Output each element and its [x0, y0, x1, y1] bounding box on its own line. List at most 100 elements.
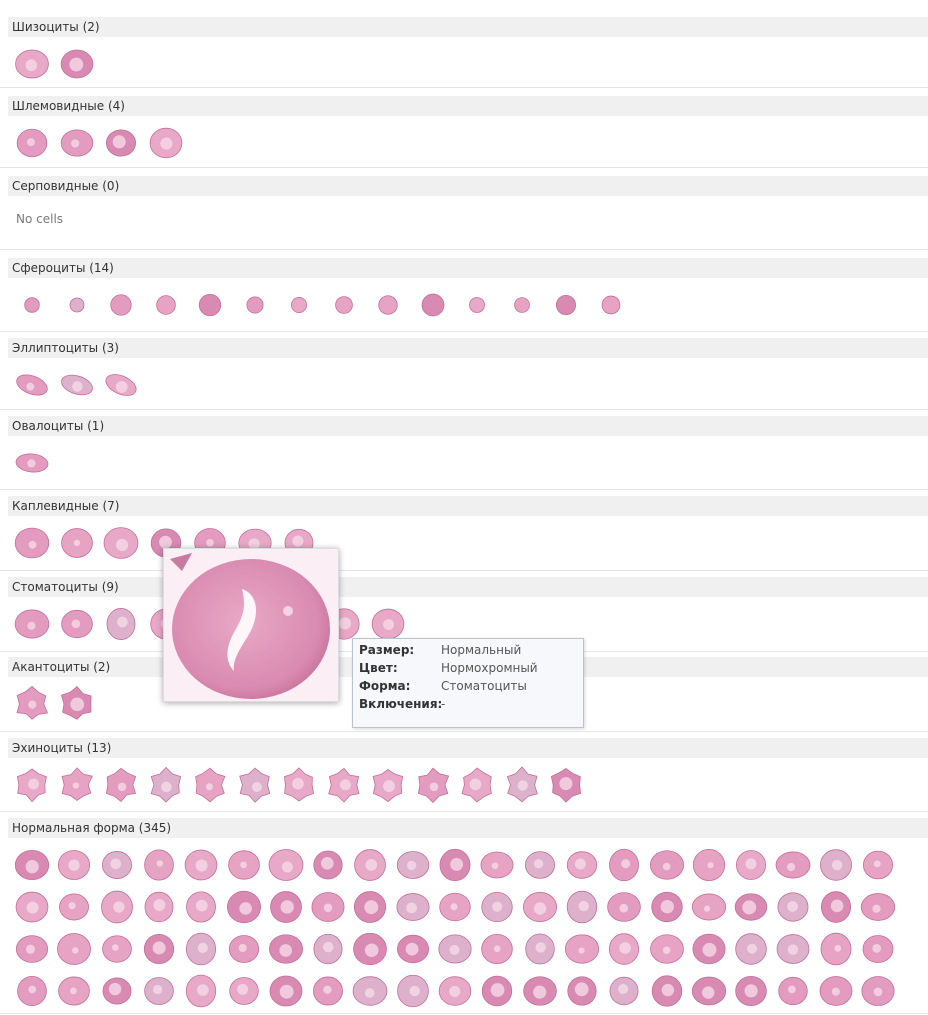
cell-thumbnail[interactable] — [97, 887, 137, 931]
cell-thumbnail[interactable] — [393, 929, 433, 973]
cell-thumbnail[interactable] — [266, 971, 306, 1015]
cell-thumbnail[interactable] — [12, 845, 52, 889]
cell-thumbnail[interactable] — [12, 443, 52, 487]
cell-thumbnail[interactable] — [520, 971, 560, 1015]
cell-thumbnail[interactable] — [12, 929, 52, 973]
cell-thumbnail[interactable] — [413, 765, 453, 809]
section-header[interactable]: Эхиноциты (13) — [8, 738, 928, 758]
cell-thumbnail[interactable] — [235, 285, 275, 329]
cell-thumbnail[interactable] — [647, 971, 687, 1015]
cell-thumbnail[interactable] — [562, 845, 602, 889]
cell-thumbnail[interactable] — [54, 971, 94, 1015]
cell-thumbnail[interactable] — [12, 765, 52, 809]
cell-thumbnail[interactable] — [689, 929, 729, 973]
cell-thumbnail[interactable] — [308, 845, 348, 889]
cell-thumbnail[interactable] — [308, 971, 348, 1015]
cell-thumbnail[interactable] — [858, 929, 898, 973]
cell-thumbnail[interactable] — [502, 285, 542, 329]
cell-thumbnail[interactable] — [477, 929, 517, 973]
cell-thumbnail[interactable] — [12, 887, 52, 931]
cell-thumbnail[interactable] — [181, 929, 221, 973]
section-header[interactable]: Шизоциты (2) — [8, 17, 928, 37]
section-header[interactable]: Шлемовидные (4) — [8, 96, 928, 116]
cell-thumbnail[interactable] — [604, 929, 644, 973]
cell-thumbnail[interactable] — [562, 887, 602, 931]
cell-thumbnail[interactable] — [477, 887, 517, 931]
cell-thumbnail[interactable] — [181, 845, 221, 889]
cell-thumbnail[interactable] — [604, 845, 644, 889]
section-header[interactable]: Каплевидные (7) — [8, 496, 928, 516]
cell-thumbnail[interactable] — [520, 887, 560, 931]
cell-thumbnail[interactable] — [731, 971, 771, 1015]
cell-thumbnail[interactable] — [57, 285, 97, 329]
cell-thumbnail[interactable] — [12, 285, 52, 329]
cell-thumbnail[interactable] — [393, 845, 433, 889]
cell-thumbnail[interactable] — [57, 44, 97, 88]
cell-thumbnail[interactable] — [266, 929, 306, 973]
cell-thumbnail[interactable] — [647, 929, 687, 973]
cell-thumbnail[interactable] — [146, 123, 186, 167]
cell-thumbnail[interactable] — [435, 845, 475, 889]
cell-thumbnail[interactable] — [97, 929, 137, 973]
section-header[interactable]: Серповидные (0) — [8, 176, 928, 196]
cell-thumbnail[interactable] — [101, 523, 141, 567]
cell-thumbnail[interactable] — [368, 285, 408, 329]
cell-thumbnail[interactable] — [773, 887, 813, 931]
cell-thumbnail[interactable] — [190, 285, 230, 329]
cell-thumbnail[interactable] — [190, 765, 230, 809]
cell-thumbnail[interactable] — [101, 285, 141, 329]
cell-thumbnail[interactable] — [731, 929, 771, 973]
cell-thumbnail[interactable] — [393, 887, 433, 931]
cell-thumbnail[interactable] — [97, 845, 137, 889]
cell-thumbnail[interactable] — [520, 929, 560, 973]
cell-thumbnail[interactable] — [435, 929, 475, 973]
cell-thumbnail[interactable] — [773, 929, 813, 973]
cell-thumbnail[interactable] — [413, 285, 453, 329]
cell-thumbnail[interactable] — [546, 285, 586, 329]
cell-thumbnail[interactable] — [57, 604, 97, 648]
cell-thumbnail[interactable] — [12, 684, 52, 728]
cell-thumbnail[interactable] — [57, 765, 97, 809]
cell-thumbnail[interactable] — [477, 845, 517, 889]
cell-thumbnail[interactable] — [731, 845, 771, 889]
cell-thumbnail[interactable] — [435, 887, 475, 931]
section-header[interactable]: Сфероциты (14) — [8, 258, 928, 278]
cell-thumbnail[interactable] — [12, 523, 52, 567]
cell-thumbnail[interactable] — [235, 765, 275, 809]
cell-thumbnail[interactable] — [350, 971, 390, 1015]
cell-thumbnail[interactable] — [604, 971, 644, 1015]
section-header[interactable]: Эллиптоциты (3) — [8, 338, 928, 358]
cell-thumbnail[interactable] — [12, 123, 52, 167]
cell-thumbnail[interactable] — [520, 845, 560, 889]
cell-thumbnail[interactable] — [54, 887, 94, 931]
cell-thumbnail[interactable] — [350, 929, 390, 973]
cell-thumbnail[interactable] — [139, 971, 179, 1015]
cell-thumbnail[interactable] — [368, 765, 408, 809]
cell-thumbnail[interactable] — [457, 285, 497, 329]
section-header[interactable]: Стоматоциты (9) — [8, 577, 928, 597]
cell-thumbnail[interactable] — [139, 929, 179, 973]
cell-thumbnail[interactable] — [816, 887, 856, 931]
cell-thumbnail[interactable] — [858, 887, 898, 931]
cell-thumbnail[interactable] — [57, 365, 97, 409]
cell-thumbnail[interactable] — [773, 971, 813, 1015]
cell-thumbnail[interactable] — [816, 971, 856, 1015]
cell-thumbnail[interactable] — [731, 887, 771, 931]
cell-thumbnail[interactable] — [12, 971, 52, 1015]
cell-thumbnail[interactable] — [562, 971, 602, 1015]
cell-thumbnail[interactable] — [546, 765, 586, 809]
cell-thumbnail[interactable] — [324, 765, 364, 809]
cell-thumbnail[interactable] — [350, 887, 390, 931]
cell-thumbnail[interactable] — [816, 845, 856, 889]
cell-thumbnail[interactable] — [266, 845, 306, 889]
cell-thumbnail[interactable] — [12, 365, 52, 409]
section-header[interactable]: Овалоциты (1) — [8, 416, 928, 436]
cell-thumbnail[interactable] — [101, 123, 141, 167]
cell-thumbnail[interactable] — [181, 887, 221, 931]
cell-thumbnail[interactable] — [224, 971, 264, 1015]
cell-thumbnail[interactable] — [562, 929, 602, 973]
cell-thumbnail[interactable] — [647, 845, 687, 889]
cell-thumbnail[interactable] — [689, 887, 729, 931]
cell-thumbnail[interactable] — [101, 765, 141, 809]
cell-thumbnail[interactable] — [54, 929, 94, 973]
